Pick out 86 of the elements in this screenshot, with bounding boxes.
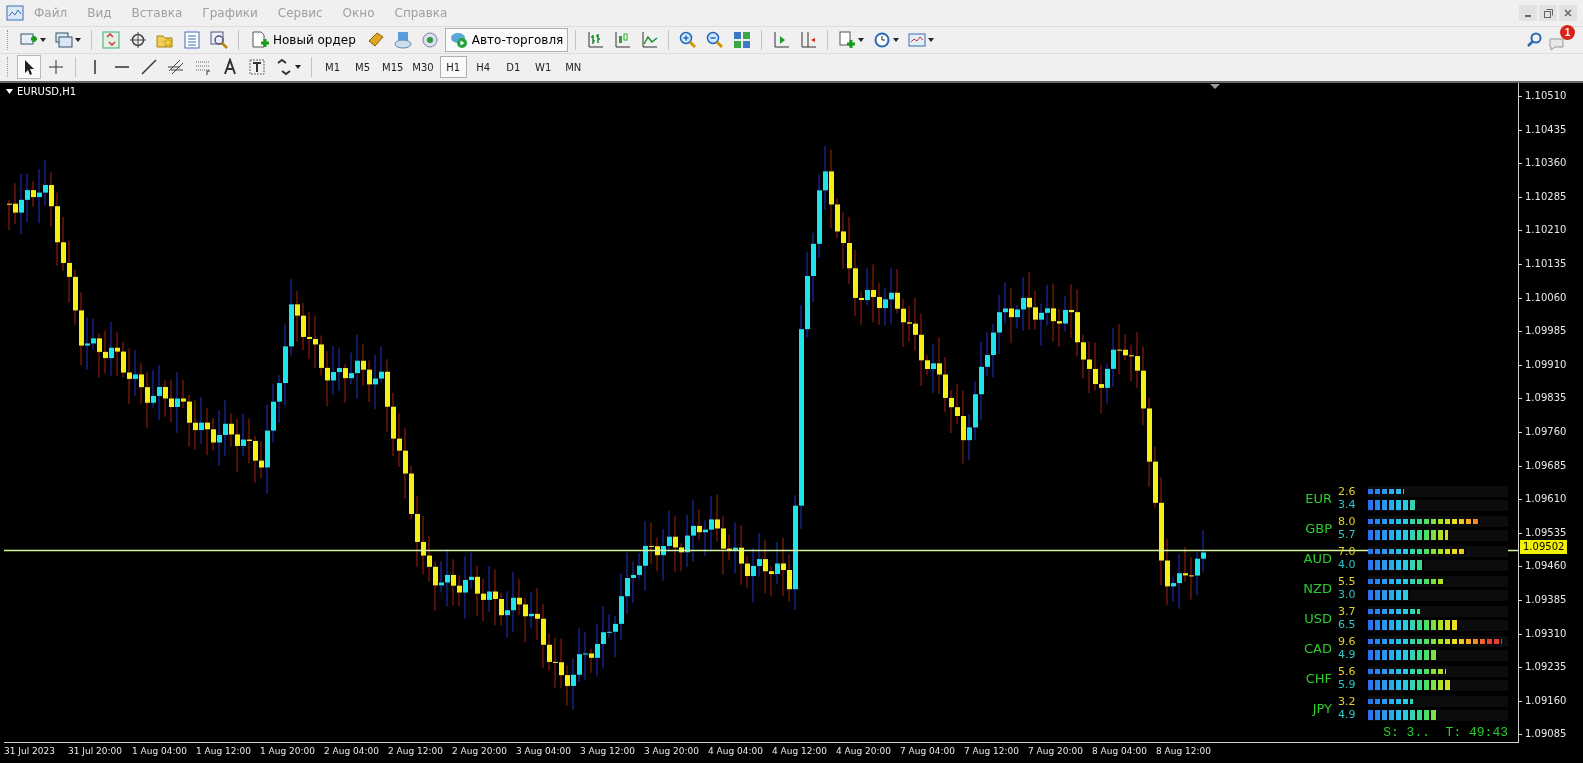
price-label: 1.09910: [1519, 357, 1567, 372]
time-label: 2 Aug 04:00: [324, 745, 380, 758]
timeframe-button[interactable]: M5: [349, 56, 376, 78]
currency-label: NZD: [1302, 580, 1333, 596]
time-label: 1 Aug 04:00: [132, 745, 188, 758]
timeframe-button[interactable]: M1: [319, 56, 346, 78]
auto-trading-icon: [449, 31, 468, 49]
currency-label: GBP: [1304, 520, 1333, 536]
currency-label: CHF: [1304, 670, 1333, 686]
timeframe-button[interactable]: H4: [469, 56, 497, 78]
time-label: 4 Aug 04:00: [708, 745, 764, 758]
strength-value: 8.0: [1338, 515, 1357, 528]
time-label: 7 Aug 04:00: [900, 745, 956, 758]
time-label: 3 Aug 20:00: [644, 745, 700, 758]
close-icon[interactable]: [1559, 5, 1577, 21]
strength-value: 4.9: [1338, 648, 1357, 661]
currency-label: EUR: [1304, 490, 1333, 506]
time-label: 1 Aug 20:00: [260, 745, 316, 758]
timeframe-button[interactable]: MN: [559, 56, 587, 78]
strength-value: 6.5: [1338, 618, 1357, 631]
strength-value: 3.2: [1338, 695, 1357, 708]
price-label: 1.09985: [1519, 324, 1567, 339]
time-label: 1 Aug 12:00: [196, 745, 252, 758]
strength-value: 5.7: [1338, 528, 1357, 541]
cursor-icon[interactable]: [17, 55, 41, 79]
price-label: 1.09610: [1519, 492, 1567, 507]
new-order-icon: [251, 31, 269, 49]
strength-value: 3.4: [1338, 498, 1357, 511]
price-label: 1.09160: [1519, 693, 1567, 708]
price-label: 1.09460: [1519, 559, 1567, 574]
chart-shift-marker-icon[interactable]: [1210, 84, 1220, 90]
strength-value: 5.9: [1338, 678, 1357, 691]
strength-value: 5.6: [1338, 665, 1357, 678]
price-label: 1.10510: [1519, 89, 1567, 103]
time-label: 8 Aug 04:00: [1092, 745, 1148, 758]
status-text: S: 3.. T: 49:43: [1383, 725, 1508, 740]
price-label: 1.09835: [1519, 391, 1567, 406]
time-label: 2 Aug 20:00: [452, 745, 508, 758]
current-price-label: 1.09502: [1520, 540, 1568, 554]
strength-value: 9.6: [1338, 635, 1357, 648]
time-label: 7 Aug 20:00: [1028, 745, 1084, 758]
strength-value: 3.7: [1338, 605, 1357, 618]
timeframe-button[interactable]: M15: [379, 56, 407, 78]
price-label: 1.10135: [1519, 256, 1567, 271]
strength-value: 4.0: [1338, 558, 1357, 571]
timeframe-button[interactable]: D1: [499, 56, 527, 78]
strength-value: 5.5: [1338, 575, 1357, 588]
price-label: 1.09685: [1519, 458, 1567, 473]
timeframe-button[interactable]: M30: [409, 56, 437, 78]
time-label: 2 Aug 12:00: [388, 745, 444, 758]
time-label: 31 Jul 20:00: [68, 745, 123, 758]
time-label: 4 Aug 20:00: [836, 745, 892, 758]
dropdown-icon[interactable]: [6, 89, 13, 94]
auto-trading-button[interactable]: Авто-торговля: [444, 28, 569, 52]
price-label: 1.10210: [1519, 223, 1567, 238]
price-label: 1.10360: [1519, 156, 1567, 171]
strength-value: 3.0: [1338, 588, 1357, 601]
strength-value: 4.9: [1338, 708, 1357, 721]
time-label: 7 Aug 12:00: [964, 745, 1020, 758]
time-label: 3 Aug 12:00: [580, 745, 636, 758]
new-order-button[interactable]: Новый ордер: [246, 28, 361, 52]
strength-value: 2.6: [1338, 485, 1357, 498]
time-label: 8 Aug 12:00: [1156, 745, 1212, 758]
time-label: 31 Jul 2023: [4, 745, 56, 758]
currency-label: USD: [1303, 610, 1333, 626]
time-label: 3 Aug 04:00: [516, 745, 572, 758]
currency-label: CAD: [1303, 640, 1333, 656]
time-label: 4 Aug 12:00: [772, 745, 828, 758]
restore-icon[interactable]: [1539, 5, 1557, 21]
timeframe-button[interactable]: W1: [529, 56, 557, 78]
price-label: 1.09310: [1519, 626, 1567, 641]
price-label: 1.09535: [1519, 525, 1567, 540]
price-label: 1.10060: [1519, 290, 1567, 305]
currency-label: AUD: [1302, 550, 1333, 566]
price-label: 1.10285: [1519, 189, 1567, 204]
price-label: 1.09760: [1519, 424, 1567, 439]
minimize-icon[interactable]: [1519, 5, 1537, 21]
notification-badge: 1: [1560, 25, 1575, 40]
chart-title: EURUSD,H1: [17, 86, 76, 97]
price-label: 1.09235: [1519, 660, 1567, 675]
timeframe-button[interactable]: H1: [439, 56, 467, 78]
price-label: 1.09085: [1519, 727, 1567, 742]
price-label: 1.10435: [1519, 122, 1567, 137]
app-icon: [6, 5, 24, 21]
currency-label: JPY: [1311, 700, 1333, 716]
price-label: 1.09385: [1519, 592, 1567, 607]
